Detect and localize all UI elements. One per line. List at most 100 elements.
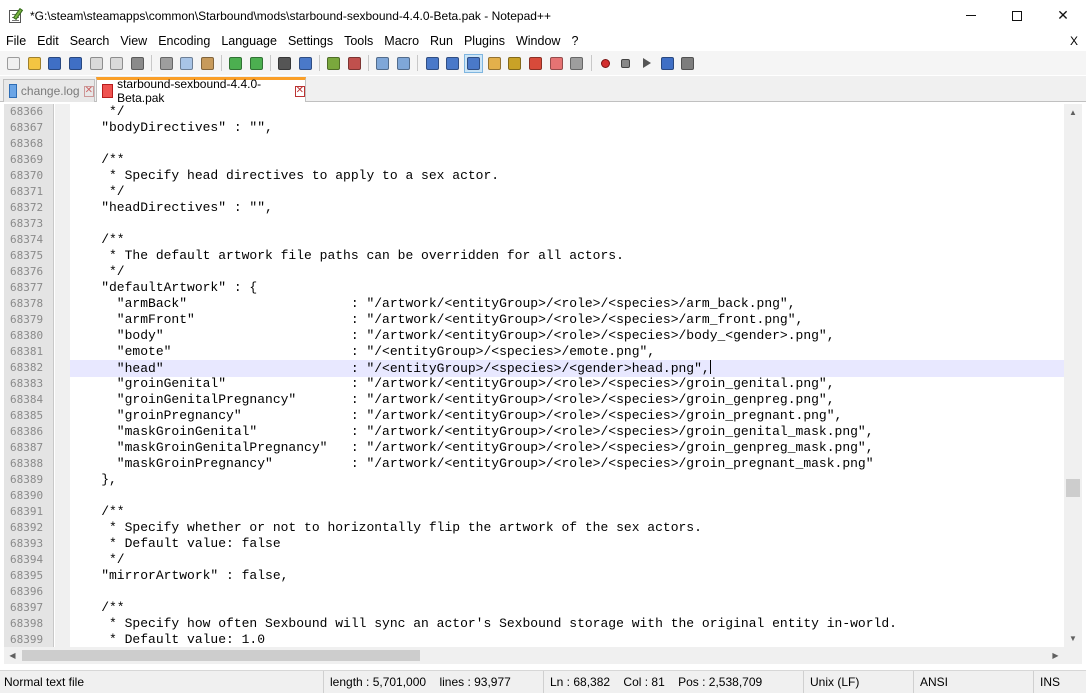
minimize-button[interactable] (948, 0, 994, 31)
scroll-left-icon[interactable]: ◀ (4, 647, 21, 664)
line-text[interactable]: "body" : "/artwork/<entityGroup>/<role>/… (70, 328, 1064, 344)
code-line[interactable]: 68395 "mirrorArtwork" : false, (4, 568, 1064, 584)
menu-window[interactable]: Window (510, 31, 565, 51)
line-text[interactable]: "head" : "/<entityGroup>/<species>/<gend… (70, 360, 1064, 377)
code-line[interactable]: 68393 * Default value: false (4, 536, 1064, 552)
line-text[interactable]: * Specify whether or not to horizontally… (70, 520, 1064, 536)
code-line[interactable]: 68381 "emote" : "/<entityGroup>/<species… (4, 344, 1064, 360)
status-eol[interactable]: Unix (LF) (806, 671, 914, 693)
replace-button[interactable] (296, 54, 315, 73)
code-line[interactable]: 68396 (4, 584, 1064, 600)
line-text[interactable]: "bodyDirectives" : "", (70, 120, 1064, 136)
code-line[interactable]: 68366 */ (4, 104, 1064, 120)
line-text[interactable]: */ (70, 552, 1064, 568)
close-document-button[interactable]: X (1070, 31, 1078, 51)
monitoring-button[interactable] (547, 54, 566, 73)
code-line[interactable]: 68378 "armBack" : "/artwork/<entityGroup… (4, 296, 1064, 312)
code-line[interactable]: 68386 "maskGroinGenital" : "/artwork/<en… (4, 424, 1064, 440)
cut-button[interactable] (157, 54, 176, 73)
menu-tools[interactable]: Tools (338, 31, 378, 51)
code-line[interactable]: 68384 "groinGenitalPregnancy" : "/artwor… (4, 392, 1064, 408)
code-line[interactable]: 68379 "armFront" : "/artwork/<entityGrou… (4, 312, 1064, 328)
menu-language[interactable]: Language (215, 31, 282, 51)
open-file-button[interactable] (25, 54, 44, 73)
line-text[interactable]: */ (70, 104, 1064, 120)
code-line[interactable]: 68397 /** (4, 600, 1064, 616)
copy-button[interactable] (177, 54, 196, 73)
line-text[interactable]: "mirrorArtwork" : false, (70, 568, 1064, 584)
line-text[interactable]: /** (70, 504, 1064, 520)
horizontal-scrollbar[interactable]: ◀ ▶ (4, 647, 1064, 664)
editor-area[interactable]: 68366 */68367 "bodyDirectives" : "", 6836… (4, 104, 1064, 647)
line-text[interactable]: * Default value: 1.0 (70, 632, 1064, 647)
maximize-button[interactable] (994, 0, 1040, 31)
status-position[interactable]: Ln : 68,382 Col : 81 Pos : 2,538,709 (546, 671, 804, 693)
menu-settings[interactable]: Settings (282, 31, 338, 51)
code-line[interactable]: 68399 * Default value: 1.0 (4, 632, 1064, 647)
paste-button[interactable] (198, 54, 217, 73)
save-macro-button[interactable] (678, 54, 697, 73)
line-text[interactable]: "emote" : "/<entityGroup>/<species>/emot… (70, 344, 1064, 360)
line-text[interactable]: "groinGenital" : "/artwork/<entityGroup>… (70, 376, 1064, 392)
code-line[interactable]: 68385 "groinPregnancy" : "/artwork/<enti… (4, 408, 1064, 424)
document-map-button[interactable] (485, 54, 504, 73)
zoom-out-button[interactable] (345, 54, 364, 73)
horizontal-scroll-thumb[interactable] (22, 650, 420, 661)
code-line[interactable]: 68391 /** (4, 504, 1064, 520)
line-text[interactable]: /** (70, 232, 1064, 248)
code-line[interactable]: 68373 (4, 216, 1064, 232)
menu-file[interactable]: File (0, 31, 31, 51)
function-list-button[interactable] (505, 54, 524, 73)
code-line[interactable]: 68388 "maskGroinPregnancy" : "/artwork/<… (4, 456, 1064, 472)
line-text[interactable]: "armFront" : "/artwork/<entityGroup>/<ro… (70, 312, 1064, 328)
find-button[interactable] (275, 54, 294, 73)
line-text[interactable]: "groinPregnancy" : "/artwork/<entityGrou… (70, 408, 1064, 424)
line-text[interactable]: /** (70, 152, 1064, 168)
play-macro-button[interactable] (637, 54, 656, 73)
view-button[interactable] (567, 54, 586, 73)
undo-button[interactable] (226, 54, 245, 73)
code-line[interactable]: 68392 * Specify whether or not to horizo… (4, 520, 1064, 536)
code-line[interactable]: 68398 * Specify how often Sexbound will … (4, 616, 1064, 632)
status-encoding[interactable]: ANSI (916, 671, 1034, 693)
line-text[interactable]: "headDirectives" : "", (70, 200, 1064, 216)
menu-plugins[interactable]: Plugins (458, 31, 510, 51)
line-text[interactable]: "armBack" : "/artwork/<entityGroup>/<rol… (70, 296, 1064, 312)
code-line[interactable]: 68382 "head" : "/<entityGroup>/<species>… (4, 360, 1064, 377)
line-text[interactable]: * The default artwork file paths can be … (70, 248, 1064, 264)
line-text[interactable]: "groinGenitalPregnancy" : "/artwork/<ent… (70, 392, 1064, 408)
line-text[interactable]: /** (70, 600, 1064, 616)
status-insert-mode[interactable]: INS (1036, 671, 1086, 693)
code-line[interactable]: 68389 }, (4, 472, 1064, 488)
line-text[interactable]: */ (70, 264, 1064, 280)
new-file-button[interactable] (4, 54, 23, 73)
code-line[interactable]: 68380 "body" : "/artwork/<entityGroup>/<… (4, 328, 1064, 344)
vertical-scrollbar[interactable]: ▲ ▼ (1064, 104, 1082, 647)
close-window-button[interactable]: ✕ (1040, 0, 1086, 31)
code-line[interactable]: 68371 */ (4, 184, 1064, 200)
indent-guide-button[interactable] (463, 53, 483, 73)
save-button[interactable] (45, 54, 64, 73)
line-text[interactable]: * Specify head directives to apply to a … (70, 168, 1064, 184)
code-line[interactable]: 68367 "bodyDirectives" : "", (4, 120, 1064, 136)
run-macro-multiple-button[interactable] (658, 54, 677, 73)
code-line[interactable]: 68372 "headDirectives" : "", (4, 200, 1064, 216)
menu-view[interactable]: View (114, 31, 152, 51)
code-line[interactable]: 68387 "maskGroinGenitalPregnancy" : "/ar… (4, 440, 1064, 456)
close-file-button[interactable] (87, 54, 106, 73)
code-line[interactable]: 68369 /** (4, 152, 1064, 168)
menu-run[interactable]: Run (424, 31, 458, 51)
close-all-button[interactable] (107, 54, 126, 73)
code-line[interactable]: 68390 (4, 488, 1064, 504)
show-all-chars-button[interactable] (443, 54, 462, 73)
tab-close-icon[interactable]: ✕ (294, 85, 305, 97)
line-text[interactable]: */ (70, 184, 1064, 200)
record-macro-button[interactable] (596, 54, 615, 73)
menu-edit[interactable]: Edit (31, 31, 64, 51)
save-all-button[interactable] (66, 54, 85, 73)
scroll-right-icon[interactable]: ▶ (1047, 647, 1064, 664)
vertical-scroll-thumb[interactable] (1066, 479, 1080, 497)
folder-workspace-button[interactable] (526, 54, 545, 73)
sync-vertical-button[interactable] (373, 54, 392, 73)
code-line[interactable]: 68370 * Specify head directives to apply… (4, 168, 1064, 184)
